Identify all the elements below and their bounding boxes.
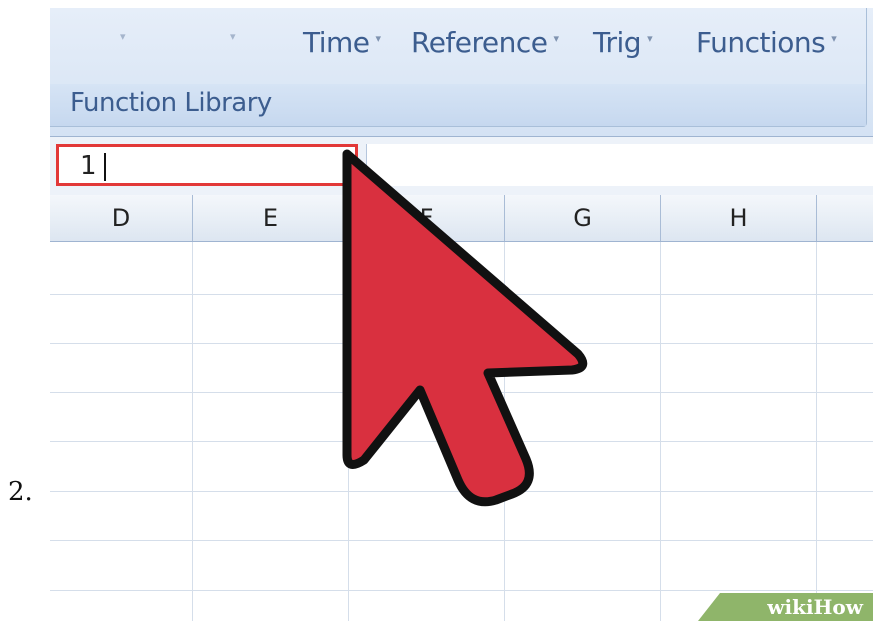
- chevron-down-icon[interactable]: ▾: [120, 30, 126, 43]
- time-button[interactable]: Time ▾: [303, 26, 381, 59]
- grid-line: [816, 242, 817, 621]
- functions-button[interactable]: Functions ▾: [696, 26, 837, 59]
- grid-line: [660, 242, 661, 621]
- step-number: 2.: [8, 477, 33, 507]
- function-library-group: ˇ ˈ ▾ ▾ Time ▾ Reference ▾ Trig ▾ Functions…: [50, 8, 867, 127]
- chevron-down-icon: ▾: [375, 32, 382, 45]
- cut-off-icon: ˇ: [122, 8, 135, 22]
- column-header-h[interactable]: H: [661, 195, 817, 241]
- excel-screenshot: ˇ ˈ ▾ ▾ Time ▾ Reference ▾ Trig ▾ Functions…: [50, 8, 873, 621]
- column-header-row: D E F G H: [50, 195, 873, 242]
- trig-button[interactable]: Trig ▾: [593, 26, 653, 59]
- grid-line: [50, 590, 873, 591]
- column-header-e[interactable]: E: [193, 195, 349, 241]
- grid-line: [50, 343, 873, 344]
- functions-button-label: Functions: [696, 26, 826, 59]
- cut-off-icon: ˈ: [508, 8, 515, 22]
- chevron-down-icon: ▾: [831, 32, 837, 45]
- grid-line: [50, 392, 873, 393]
- time-button-label: Time: [303, 26, 370, 59]
- wikihow-watermark: wikiHow: [698, 593, 873, 621]
- chevron-down-icon: ▾: [553, 32, 560, 45]
- cell-grid[interactable]: [50, 242, 873, 621]
- text-cursor: [104, 153, 106, 181]
- name-box[interactable]: 1: [56, 144, 358, 186]
- formula-row: 1: [50, 136, 873, 196]
- chevron-down-icon: ▾: [647, 32, 653, 45]
- group-label: Function Library: [70, 88, 272, 118]
- reference-button[interactable]: Reference ▾: [411, 26, 559, 59]
- column-header-g[interactable]: G: [505, 195, 661, 241]
- name-box-value: 1: [80, 151, 97, 181]
- trig-button-label: Trig: [593, 26, 642, 59]
- grid-line: [50, 441, 873, 442]
- grid-line: [50, 294, 873, 295]
- formula-bar[interactable]: [366, 144, 873, 186]
- grid-line: [50, 540, 873, 541]
- column-header-d[interactable]: D: [50, 195, 193, 241]
- grid-line: [192, 242, 193, 621]
- column-header-f[interactable]: F: [349, 195, 505, 241]
- grid-line: [348, 242, 349, 621]
- chevron-down-icon[interactable]: ▾: [230, 30, 236, 43]
- ribbon: ˇ ˈ ▾ ▾ Time ▾ Reference ▾ Trig ▾ Functions…: [50, 8, 873, 136]
- grid-line: [50, 491, 873, 492]
- grid-line: [504, 242, 505, 621]
- reference-button-label: Reference: [411, 26, 548, 59]
